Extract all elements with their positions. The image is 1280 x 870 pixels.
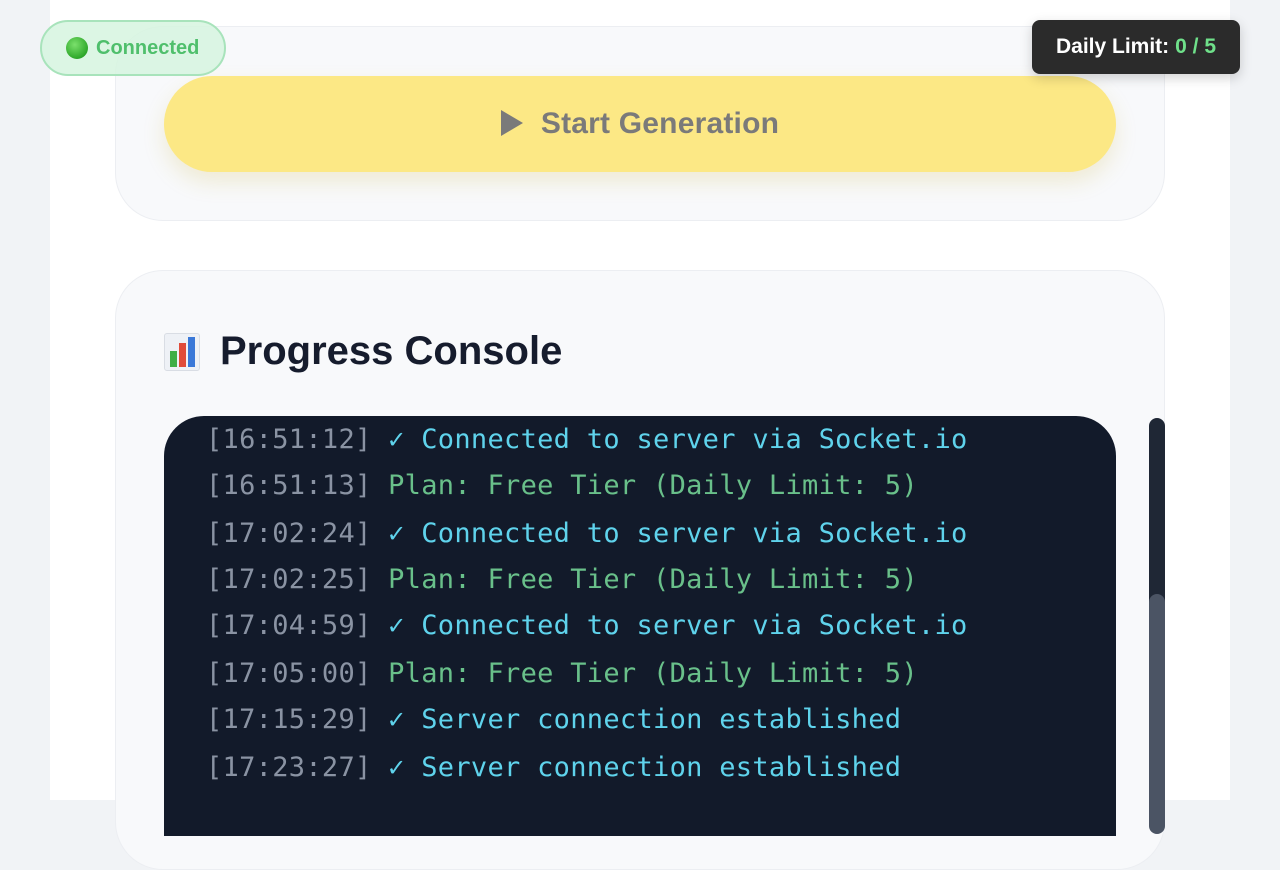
log-timestamp: [16:51:13] [206, 470, 372, 501]
page-background: Start Generation Progress Console [16:51… [50, 0, 1230, 870]
log-timestamp: [17:04:59] [206, 610, 372, 641]
start-generation-label: Start Generation [540, 107, 780, 140]
log-timestamp: [16:51:12] [206, 424, 372, 455]
terminal-scrollbar[interactable] [1149, 418, 1165, 834]
connection-status-label: Connected [96, 36, 200, 59]
terminal-scrollbar-thumb[interactable] [1149, 594, 1165, 834]
log-message: ✓ Server connection established [388, 752, 902, 783]
log-terminal[interactable]: [16:51:12] ✓ Connected to server via Soc… [164, 416, 1116, 836]
log-line: [17:15:29] ✓ Server connection establish… [206, 704, 901, 735]
log-timestamp: [17:02:25] [206, 564, 372, 595]
connection-status-badge: Connected [40, 20, 226, 76]
log-message: ✓ Connected to server via Socket.io [388, 424, 968, 455]
log-timestamp: [17:15:29] [206, 704, 372, 735]
log-timestamp: [17:23:27] [206, 752, 372, 783]
log-message: ✓ Connected to server via Socket.io [388, 610, 968, 641]
log-timestamp: [17:02:24] [206, 518, 372, 549]
log-message: Plan: Free Tier (Daily Limit: 5) [388, 658, 918, 689]
log-timestamp: [17:05:00] [206, 658, 372, 689]
log-line: [17:02:25] Plan: Free Tier (Daily Limit:… [206, 564, 918, 595]
console-header: Progress Console [164, 329, 562, 374]
status-dot-icon [66, 37, 88, 59]
daily-limit-badge: Daily Limit: 0 / 5 [1032, 20, 1240, 74]
play-icon [500, 110, 523, 136]
log-line: [17:05:00] Plan: Free Tier (Daily Limit:… [206, 658, 918, 689]
log-message: ✓ Connected to server via Socket.io [388, 518, 968, 549]
log-line: [17:23:27] ✓ Server connection establish… [206, 752, 901, 783]
log-message: Plan: Free Tier (Daily Limit: 5) [388, 470, 918, 501]
daily-limit-label: Daily Limit: [1055, 35, 1170, 58]
log-line: [17:04:59] ✓ Connected to server via Soc… [206, 610, 968, 641]
log-line: [17:02:24] ✓ Connected to server via Soc… [206, 518, 968, 549]
console-title: Progress Console [220, 329, 563, 373]
log-line: [16:51:12] ✓ Connected to server via Soc… [206, 424, 968, 455]
log-message: Plan: Free Tier (Daily Limit: 5) [388, 564, 918, 595]
progress-console-card: Progress Console [16:51:12] ✓ Connected … [115, 270, 1165, 870]
generation-card: Start Generation [115, 26, 1165, 221]
start-generation-button[interactable]: Start Generation [164, 76, 1116, 172]
daily-limit-value: 0 / 5 [1175, 35, 1217, 58]
bar-chart-icon [164, 332, 200, 371]
log-line: [16:51:13] Plan: Free Tier (Daily Limit:… [206, 470, 918, 501]
log-message: ✓ Server connection established [388, 704, 902, 735]
